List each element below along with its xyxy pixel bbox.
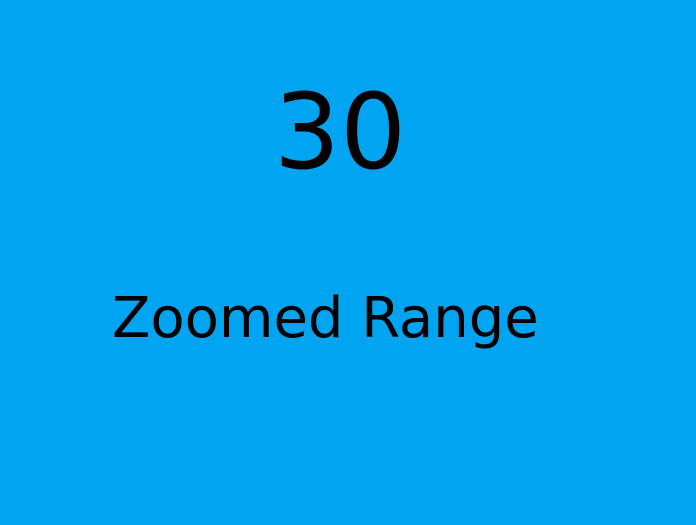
range-value: 30 [273, 71, 407, 193]
zoomed-range-tile: 30 Zoomed Range [0, 0, 696, 525]
range-label: Zoomed Range [112, 286, 539, 351]
